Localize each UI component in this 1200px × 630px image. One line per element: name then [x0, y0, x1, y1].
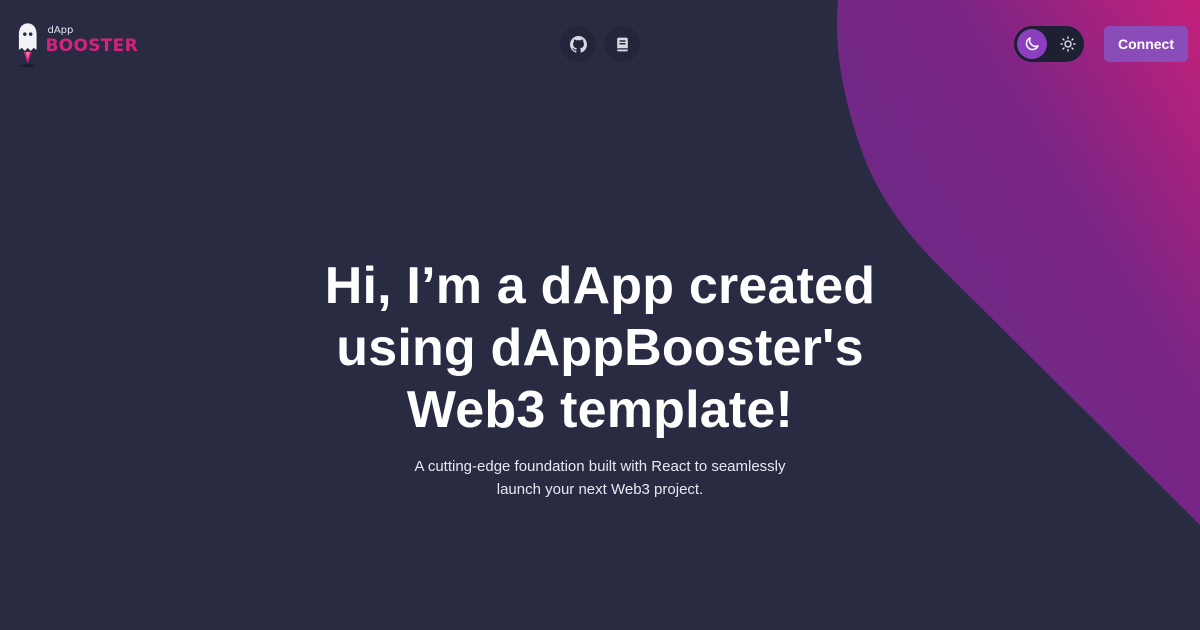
- github-link-button[interactable]: [560, 26, 596, 62]
- dark-mode-option[interactable]: [1017, 29, 1047, 59]
- brand-wordmark: dApp BOOSTER: [45, 26, 138, 55]
- docs-link-button[interactable]: [604, 26, 640, 62]
- connect-wallet-button[interactable]: Connect: [1104, 26, 1188, 62]
- github-icon: [569, 35, 587, 53]
- moon-icon: [1025, 37, 1039, 51]
- book-icon: [616, 37, 628, 51]
- hero-section: Hi, I’m a dApp created using dAppBooster…: [200, 255, 1000, 501]
- hero-subtitle-line: A cutting-edge foundation built with Rea…: [414, 458, 786, 475]
- theme-toggle[interactable]: [1014, 26, 1084, 62]
- ghost-rocket-icon: [18, 23, 37, 68]
- hero-title-line: Web3 template!: [406, 381, 794, 439]
- light-mode-option[interactable]: [1053, 29, 1083, 59]
- brand-logo[interactable]: dApp BOOSTER: [14, 20, 138, 68]
- hero-title-line: Hi, I’m a dApp created: [324, 257, 876, 315]
- hero-title-line: using dAppBooster's: [336, 319, 864, 377]
- sun-icon: [1060, 36, 1076, 52]
- hero-title: Hi, I’m a dApp created using dAppBooster…: [200, 255, 1000, 441]
- brand-small-text: dApp: [47, 25, 74, 36]
- brand-big-text: BOOSTER: [45, 36, 138, 56]
- landing-page: dApp BOOSTER Connect Hi, I’m a dApp crea…: [0, 0, 1200, 630]
- hero-subtitle: A cutting-edge foundation built with Rea…: [390, 455, 810, 501]
- hero-subtitle-line: launch your next Web3 project.: [496, 481, 704, 498]
